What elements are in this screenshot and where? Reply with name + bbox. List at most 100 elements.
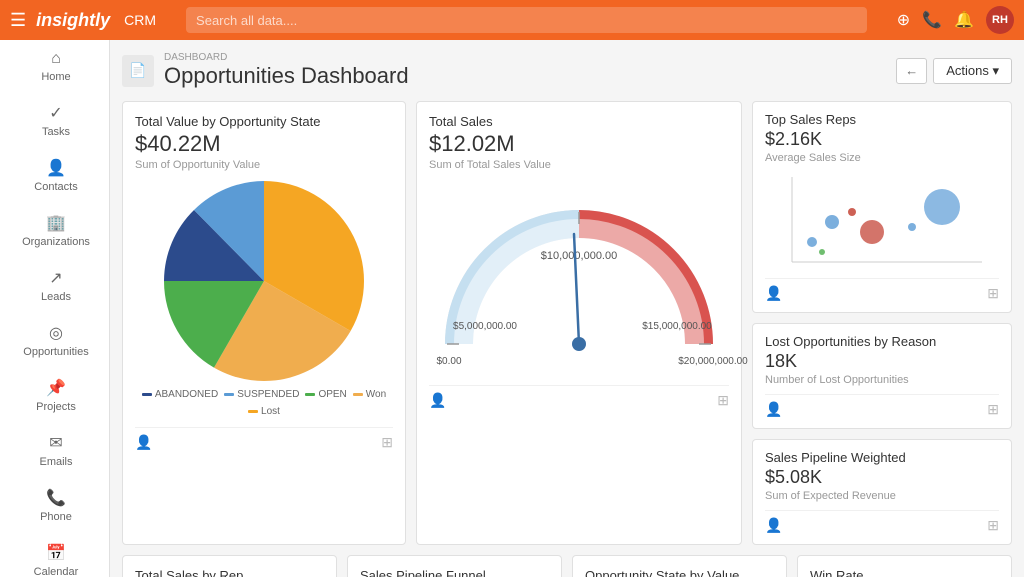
app-name: CRM: [124, 12, 156, 28]
leads-icon: ↗: [49, 268, 62, 288]
sidebar-item-tasks[interactable]: ✓ Tasks: [0, 93, 109, 148]
page-title: Opportunities Dashboard: [164, 63, 409, 89]
widget-sales-pipeline-weighted: Sales Pipeline Weighted $5.08K Sum of Ex…: [752, 439, 1012, 545]
gauge-label-20m: $20,000,000.00: [678, 356, 748, 367]
legend-dot-won: [353, 393, 363, 396]
person-icon[interactable]: 👤: [765, 517, 782, 534]
grid-icon[interactable]: ⊞: [987, 517, 999, 534]
top-nav: ☰ insightly CRM ⊕ 📞 🔔 RH: [0, 0, 1024, 40]
header-actions: ← Actions ▾: [896, 58, 1012, 84]
person-icon[interactable]: 👤: [765, 401, 782, 418]
emails-icon: ✉: [49, 433, 62, 453]
user-avatar[interactable]: RH: [986, 6, 1014, 34]
widget-total-value: Total Value by Opportunity State $40.22M…: [122, 101, 406, 545]
gauge-label-15m: $15,000,000.00: [642, 321, 712, 332]
tasks-icon: ✓: [49, 103, 62, 123]
phone-icon[interactable]: 📞: [922, 10, 942, 30]
scatter-svg: [765, 172, 999, 272]
bell-icon[interactable]: 🔔: [954, 10, 974, 30]
widget-subtitle: Number of Lost Opportunities: [765, 374, 999, 386]
grid-icon[interactable]: ⊞: [987, 285, 999, 302]
back-button[interactable]: ←: [896, 58, 927, 84]
sidebar-item-emails[interactable]: ✉ Emails: [0, 423, 109, 478]
sidebar-item-contacts[interactable]: 👤 Contacts: [0, 148, 109, 203]
gauge-label-10m: $10,000,000.00: [541, 250, 617, 262]
actions-button[interactable]: Actions ▾: [933, 58, 1012, 84]
app-logo: insightly: [36, 10, 110, 31]
legend-dot-abandoned: [142, 393, 152, 396]
organizations-icon: 🏢: [46, 213, 66, 233]
person-icon[interactable]: 👤: [765, 285, 782, 302]
legend-dot-suspended: [224, 393, 234, 396]
widget-lost-opportunities: Lost Opportunities by Reason 18K Number …: [752, 323, 1012, 429]
widget-value: $2.16K: [765, 129, 999, 150]
legend-suspended: SUSPENDED: [224, 389, 299, 400]
sidebar-item-label: Tasks: [42, 126, 70, 138]
gauge-label-5m: $5,000,000.00: [453, 321, 517, 332]
page-header-left: 📄 DASHBOARD Opportunities Dashboard: [122, 52, 409, 89]
widget-subtitle: Average Sales Size: [765, 152, 999, 164]
scatter-dot: [908, 223, 916, 231]
legend-dot-open: [305, 393, 315, 396]
scatter-dot: [860, 220, 884, 244]
widget-top-sales-reps: Top Sales Reps $2.16K Average Sales Size: [752, 101, 1012, 313]
sidebar-item-home[interactable]: ⌂ Home: [0, 40, 109, 93]
legend-won: Won: [353, 389, 386, 400]
scatter-dot: [924, 189, 960, 225]
home-icon: ⌂: [51, 50, 61, 68]
sidebar-item-calendar[interactable]: 📅 Calendar: [0, 533, 109, 577]
widget-title: Total Sales by Rep: [135, 568, 324, 577]
sidebar-item-leads[interactable]: ↗ Leads: [0, 258, 109, 313]
doc-icon: 📄: [122, 55, 154, 87]
dashboard-top-grid: Total Value by Opportunity State $40.22M…: [122, 101, 1012, 545]
widget-footer: 👤 ⊞: [765, 278, 999, 302]
sidebar-item-label: Leads: [41, 291, 71, 303]
dashboard-bottom-grid: Total Sales by Rep $7.78M Sum of Opportu…: [122, 555, 1012, 577]
legend-label: Lost: [261, 406, 280, 417]
scatter-dot: [848, 208, 856, 216]
scatter-dot: [819, 249, 825, 255]
scatter-chart-area: [765, 172, 999, 272]
widget-subtitle: Sum of Total Sales Value: [429, 159, 729, 171]
sidebar-item-organizations[interactable]: 🏢 Organizations: [0, 203, 109, 258]
sidebar-item-label: Organizations: [22, 236, 90, 248]
grid-icon[interactable]: ⊞: [717, 392, 729, 409]
legend-label: ABANDONED: [155, 389, 218, 400]
sidebar-item-label: Emails: [39, 456, 72, 468]
plus-icon[interactable]: ⊕: [897, 10, 910, 30]
widget-footer: 👤 ⊞: [135, 427, 393, 451]
sidebar-item-label: Phone: [40, 511, 72, 523]
legend-lost: Lost: [248, 406, 280, 417]
pie-legend: ABANDONED SUSPENDED OPEN Won: [135, 389, 393, 417]
legend-abandoned: ABANDONED: [142, 389, 218, 400]
legend-dot-lost: [248, 410, 258, 413]
sidebar-item-phone[interactable]: 📞 Phone: [0, 478, 109, 533]
widget-subtitle: Sum of Expected Revenue: [765, 490, 999, 502]
grid-icon[interactable]: ⊞: [987, 401, 999, 418]
sidebar-item-label: Contacts: [34, 181, 77, 193]
app-body: ⌂ Home ✓ Tasks 👤 Contacts 🏢 Organization…: [0, 40, 1024, 577]
widget-win-rate: Win Rate 100.00% Average of Win Rate 👤 ⊞: [797, 555, 1012, 577]
grid-icon[interactable]: ⊞: [381, 434, 393, 451]
legend-label: SUSPENDED: [237, 389, 299, 400]
search-input[interactable]: [186, 7, 867, 33]
right-col: Top Sales Reps $2.16K Average Sales Size: [752, 101, 1012, 545]
hamburger-icon[interactable]: ☰: [10, 10, 26, 31]
widget-title: Sales Pipeline Funnel: [360, 568, 549, 577]
legend-label: Won: [366, 389, 386, 400]
widget-total-sales: Total Sales $12.02M Sum of Total Sales V…: [416, 101, 742, 545]
widget-title: Win Rate: [810, 568, 999, 577]
person-icon[interactable]: 👤: [429, 392, 446, 409]
contacts-icon: 👤: [46, 158, 66, 178]
phone-nav-icon: 📞: [46, 488, 66, 508]
widget-title: Total Value by Opportunity State: [135, 114, 393, 129]
person-icon[interactable]: 👤: [135, 434, 152, 451]
gauge-area: $10,000,000.00 $5,000,000.00 $15,000,000…: [429, 179, 729, 379]
widget-footer: 👤 ⊞: [429, 385, 729, 409]
page-header: 📄 DASHBOARD Opportunities Dashboard ← Ac…: [122, 52, 1012, 89]
breadcrumb: DASHBOARD: [164, 52, 409, 63]
sidebar-item-opportunities[interactable]: ◎ Opportunities: [0, 313, 109, 368]
widget-sales-pipeline-funnel: Sales Pipeline Funnel $26.00K Sum of Opp…: [347, 555, 562, 577]
widget-value: $12.02M: [429, 131, 729, 157]
sidebar-item-projects[interactable]: 📌 Projects: [0, 368, 109, 423]
